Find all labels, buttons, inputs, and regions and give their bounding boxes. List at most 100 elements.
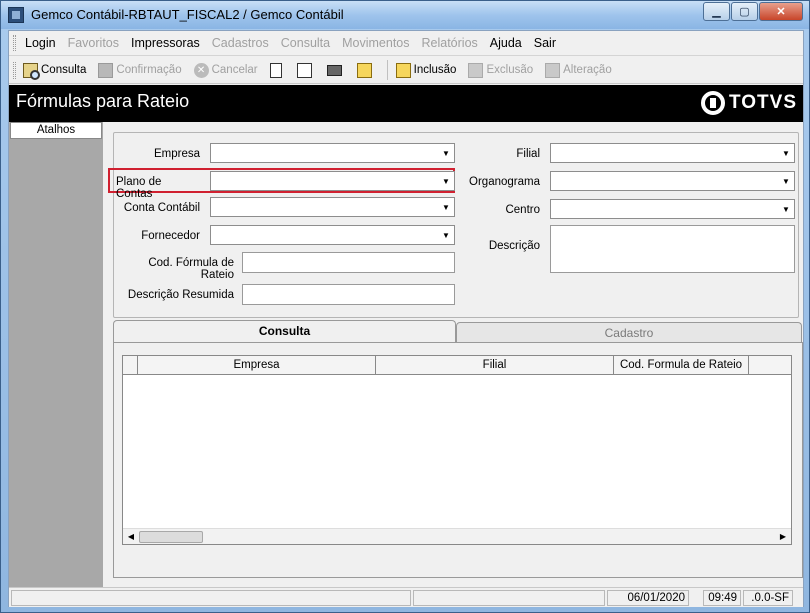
menu-relatorios[interactable]: Relatórios bbox=[422, 36, 478, 50]
results-grid: Empresa Filial Cod. Formula de Rateio ◀ … bbox=[122, 355, 792, 545]
grid-header: Empresa Filial Cod. Formula de Rateio bbox=[123, 356, 791, 375]
conta-contabil-label: Conta Contábil bbox=[123, 202, 200, 214]
scroll-thumb[interactable] bbox=[139, 531, 203, 543]
title-bar: Gemco Contábil-RBTAUT_FISCAL2 / Gemco Co… bbox=[1, 1, 809, 29]
brand-logo: TOTVS bbox=[701, 91, 797, 115]
status-bar: 06/01/2020 09:49 .0.0-SF bbox=[9, 587, 803, 607]
tab-cadastro[interactable]: Cadastro bbox=[456, 322, 802, 342]
chevron-down-icon[interactable]: ▼ bbox=[778, 144, 794, 162]
confirmacao-label: Confirmação bbox=[116, 64, 182, 76]
toolbar-grip[interactable] bbox=[13, 62, 16, 79]
app-icon bbox=[8, 7, 24, 23]
empresa-select[interactable]: ▼ bbox=[210, 143, 455, 163]
organograma-select[interactable]: ▼ bbox=[550, 171, 795, 191]
maximize-icon: ▢ bbox=[739, 6, 750, 18]
menu-cadastros[interactable]: Cadastros bbox=[212, 36, 269, 50]
empresa-label: Empresa bbox=[153, 148, 200, 160]
export-button[interactable] bbox=[296, 62, 315, 78]
window-title: Gemco Contábil-RBTAUT_FISCAL2 / Gemco Co… bbox=[31, 7, 344, 22]
organograma-label: Organograma bbox=[469, 176, 540, 188]
new-document-button[interactable] bbox=[269, 62, 285, 78]
minimize-button[interactable]: ▁ bbox=[703, 2, 730, 21]
descricao-textarea[interactable] bbox=[550, 225, 795, 273]
shortcuts-panel: Atalhos bbox=[9, 122, 103, 588]
menu-movimentos[interactable]: Movimentos bbox=[342, 36, 409, 50]
consulta-button[interactable]: Consulta bbox=[23, 62, 87, 80]
fornecedor-label: Fornecedor bbox=[141, 230, 200, 242]
status-version: .0.0-SF bbox=[743, 590, 793, 606]
alteracao-label: Alteração bbox=[563, 64, 612, 76]
scroll-right-icon[interactable]: ▶ bbox=[776, 531, 790, 543]
exclusao-label: Exclusão bbox=[486, 64, 534, 76]
page-header: Fórmulas para Rateio TOTVS bbox=[9, 85, 803, 122]
shortcuts-tab[interactable]: Atalhos bbox=[10, 122, 102, 139]
main-panel: Empresa ▼ Plano de Contas ▼ Conta Contáb… bbox=[105, 122, 803, 588]
fornecedor-select[interactable]: ▼ bbox=[210, 225, 455, 245]
status-date: 06/01/2020 bbox=[607, 590, 689, 606]
tab-consulta[interactable]: Consulta bbox=[113, 320, 456, 343]
brand-name: TOTVS bbox=[729, 92, 797, 113]
cancelar-button[interactable]: ✕ Cancelar bbox=[193, 62, 258, 78]
column-header-cod-formula[interactable]: Cod. Formula de Rateio bbox=[614, 356, 749, 374]
descricao-resumida-input[interactable] bbox=[242, 284, 455, 305]
status-panel-main bbox=[11, 590, 411, 606]
inclusao-button[interactable]: Inclusão bbox=[395, 62, 456, 78]
alteracao-button[interactable]: Alteração bbox=[545, 62, 612, 78]
tab-content: Empresa Filial Cod. Formula de Rateio ◀ … bbox=[113, 342, 803, 578]
row-selector-header bbox=[123, 356, 138, 374]
menu-consulta[interactable]: Consulta bbox=[281, 36, 330, 50]
print-preview-button[interactable] bbox=[356, 62, 375, 78]
descricao-resumida-label: Descrição Resumida bbox=[127, 289, 234, 301]
toolbar-separator bbox=[386, 60, 388, 80]
chevron-down-icon[interactable]: ▼ bbox=[438, 198, 454, 216]
delete-icon bbox=[468, 62, 484, 78]
status-time: 09:49 bbox=[703, 590, 741, 606]
menu-sair[interactable]: Sair bbox=[534, 36, 556, 50]
cod-formula-label: Cod. Fórmula de Rateio bbox=[148, 257, 234, 281]
exclusao-button[interactable]: Exclusão bbox=[468, 62, 534, 78]
menu-ajuda[interactable]: Ajuda bbox=[490, 36, 522, 50]
cod-formula-input[interactable] bbox=[242, 252, 455, 273]
cancelar-label: Cancelar bbox=[211, 64, 258, 76]
toolbar: Consulta Confirmação ✕ Cancelar Inclusão… bbox=[9, 57, 803, 84]
confirmacao-button[interactable]: Confirmação bbox=[98, 62, 182, 78]
app-window: Gemco Contábil-RBTAUT_FISCAL2 / Gemco Co… bbox=[0, 0, 810, 613]
column-header-filial[interactable]: Filial bbox=[376, 356, 614, 374]
consulta-label: Consulta bbox=[41, 64, 87, 76]
search-icon bbox=[23, 62, 40, 80]
menu-login[interactable]: Login bbox=[25, 36, 56, 50]
print-button[interactable] bbox=[326, 64, 345, 76]
descricao-label: Descrição bbox=[488, 240, 540, 252]
save-icon bbox=[98, 62, 114, 78]
menu-favoritos[interactable]: Favoritos bbox=[68, 36, 119, 50]
chevron-down-icon[interactable]: ▼ bbox=[778, 200, 794, 218]
chevron-down-icon[interactable]: ▼ bbox=[438, 144, 454, 162]
printer-icon bbox=[326, 64, 342, 76]
scroll-left-icon[interactable]: ◀ bbox=[124, 531, 138, 543]
minimize-icon: ▁ bbox=[712, 6, 721, 18]
horizontal-scrollbar[interactable]: ◀ ▶ bbox=[123, 528, 791, 544]
conta-contabil-select[interactable]: ▼ bbox=[210, 197, 455, 217]
status-panel-2 bbox=[413, 590, 605, 606]
print-preview-icon bbox=[356, 62, 372, 78]
filter-form: Empresa ▼ Plano de Contas ▼ Conta Contáb… bbox=[108, 132, 799, 318]
column-header-empresa[interactable]: Empresa bbox=[138, 356, 376, 374]
filial-select[interactable]: ▼ bbox=[550, 143, 795, 163]
close-button[interactable]: ✕ bbox=[759, 2, 803, 21]
page-title: Fórmulas para Rateio bbox=[16, 91, 190, 111]
close-icon: ✕ bbox=[776, 6, 786, 18]
menu-impressoras[interactable]: Impressoras bbox=[131, 36, 200, 50]
tab-strip: Consulta Cadastro bbox=[113, 320, 803, 343]
client-area: Login Favoritos Impressoras Cadastros Co… bbox=[8, 30, 804, 607]
chevron-down-icon[interactable]: ▼ bbox=[438, 226, 454, 244]
chevron-down-icon[interactable]: ▼ bbox=[438, 172, 454, 190]
totvs-logo-icon bbox=[701, 91, 725, 115]
chevron-down-icon[interactable]: ▼ bbox=[778, 172, 794, 190]
centro-select[interactable]: ▼ bbox=[550, 199, 795, 219]
edit-icon bbox=[545, 62, 561, 78]
plano-de-contas-select[interactable]: ▼ bbox=[210, 171, 455, 191]
filial-label: Filial bbox=[516, 148, 540, 160]
maximize-button[interactable]: ▢ bbox=[731, 2, 758, 21]
menu-grip[interactable] bbox=[13, 35, 16, 51]
centro-label: Centro bbox=[505, 204, 540, 216]
